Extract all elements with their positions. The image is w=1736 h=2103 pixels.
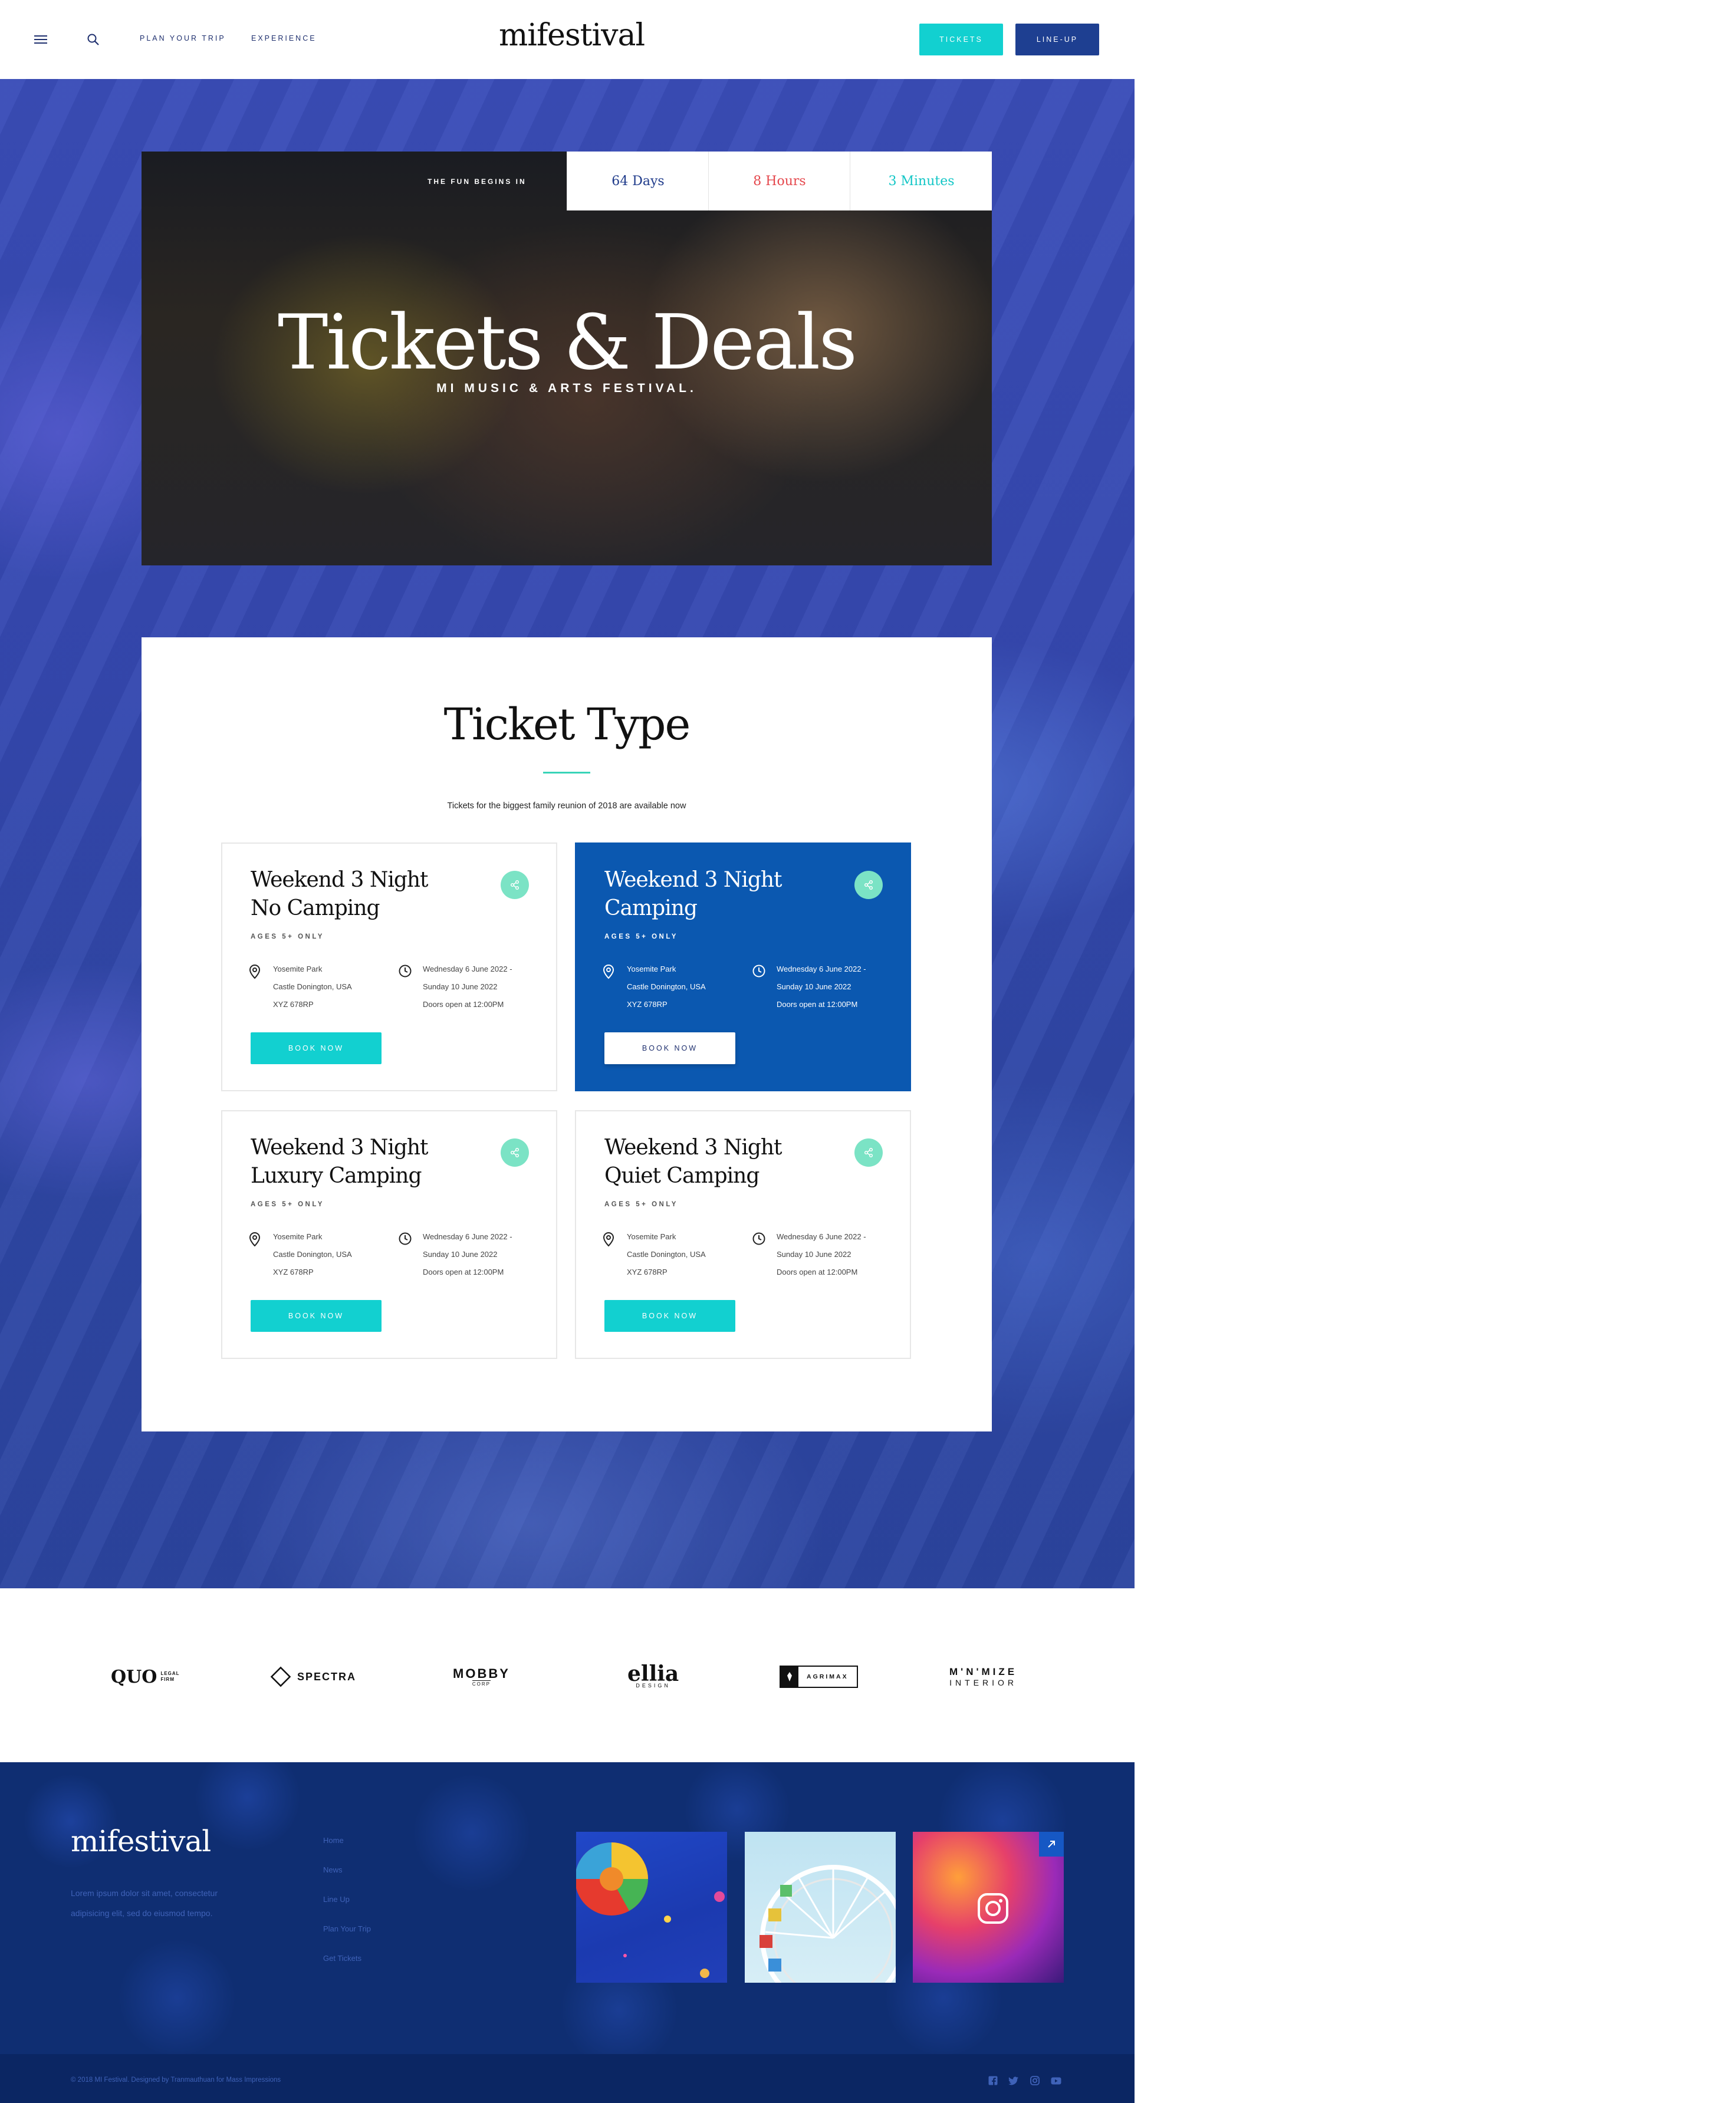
share-icon[interactable] (854, 1138, 883, 1167)
ticket-card-title: Weekend 3 Night No Camping (251, 868, 429, 920)
ticket-card-title: Weekend 3 Night Quiet Camping (604, 1136, 782, 1188)
hot-air-balloon-image (576, 1842, 725, 1978)
agrimax-mark-icon (781, 1667, 798, 1687)
location-pin-icon (602, 964, 615, 982)
tickets-button[interactable]: TICKETS (919, 24, 1003, 55)
clock-icon (752, 964, 766, 981)
spectra-mark-icon (270, 1666, 291, 1687)
partner-logo-agrimax[interactable]: AGRIMAX (780, 1665, 858, 1689)
footer-logo[interactable]: mifestival (71, 1824, 211, 1858)
share-icon[interactable] (501, 1138, 529, 1167)
location-pin-icon (248, 964, 261, 982)
ferris-wheel-image (760, 1865, 896, 1983)
ticket-card-quiet-camping: Weekend 3 Night Quiet Camping AGES 5+ ONL… (575, 1110, 911, 1359)
site-logo[interactable]: mifestival (499, 18, 645, 53)
hero-title: Tickets & Deals (277, 299, 857, 387)
ticket-card-luxury-camping: Weekend 3 Night Luxury Camping AGES 5+ ON… (221, 1110, 557, 1359)
section-subtitle: Tickets for the biggest family reunion o… (447, 801, 686, 811)
location-pin-icon (602, 1232, 615, 1250)
ticket-dates: Wednesday 6 June 2022 - Sunday 10 June 20… (423, 965, 512, 1009)
hero-subtitle: MI MUSIC & ARTS FESTIVAL. (436, 381, 697, 395)
countdown-label: THE FUN BEGINS IN (428, 177, 527, 186)
instagram-photo-color-festival[interactable] (913, 1832, 1064, 1983)
facebook-icon[interactable] (988, 2075, 998, 2086)
lineup-button[interactable]: LINE-UP (1015, 24, 1099, 55)
book-now-button[interactable]: BOOK NOW (251, 1300, 382, 1332)
ticket-card-title: Weekend 3 Night Camping (604, 868, 782, 920)
menu-icon[interactable] (31, 29, 51, 50)
footer-link-news[interactable]: News (323, 1865, 343, 1874)
partner-logo-minimize[interactable]: M'N'MIZE INTERIOR (949, 1665, 1017, 1689)
nav-experience[interactable]: EXPERIENCE (251, 34, 317, 42)
ticket-card-no-camping: Weekend 3 Night No Camping AGES 5+ ONLY Y… (221, 842, 557, 1091)
book-now-button[interactable]: BOOK NOW (604, 1032, 735, 1064)
footer-link-get-tickets[interactable]: Get Tickets (323, 1954, 361, 1963)
clock-icon (752, 1232, 766, 1249)
footer-link-plan-your-trip[interactable]: Plan Your Trip (323, 1924, 371, 1933)
ticket-location: Yosemite Park Castle Donington, USA XYZ 67… (273, 1232, 352, 1276)
external-link-icon[interactable] (1039, 1832, 1064, 1857)
share-icon[interactable] (501, 871, 529, 899)
clock-icon (398, 1232, 412, 1249)
location-pin-icon (248, 1232, 261, 1250)
footer-link-home[interactable]: Home (323, 1836, 344, 1845)
partner-logo-mobby[interactable]: MOBBY CORP (453, 1665, 510, 1689)
ticket-card-title: Weekend 3 Night Luxury Camping (251, 1136, 429, 1188)
ticket-location: Yosemite Park Castle Donington, USA XYZ 67… (273, 965, 352, 1009)
partner-logo-spectra[interactable]: SPECTRA (269, 1665, 356, 1689)
partner-logo-quo[interactable]: QUO LEGAL FIRM (111, 1665, 188, 1689)
book-now-button[interactable]: BOOK NOW (251, 1032, 382, 1064)
countdown-minutes: 3 Minutes (850, 152, 992, 210)
ticket-card-camping: Weekend 3 Night Camping AGES 5+ ONLY Yose… (575, 842, 911, 1091)
ticket-location: Yosemite Park Castle Donington, USA XYZ 67… (627, 1232, 706, 1276)
instagram-photo-ferris-wheel[interactable] (745, 1832, 896, 1983)
instagram-icon[interactable] (975, 1891, 1011, 1926)
footer-description: Lorem ipsum dolor sit amet, consectetur … (71, 1888, 218, 1918)
ticket-card-age: AGES 5+ ONLY (251, 1201, 324, 1208)
partner-logo-ellia[interactable]: ellia DESIGN (627, 1663, 679, 1689)
countdown-hours: 8 Hours (708, 152, 850, 210)
partner-logos: QUO LEGAL FIRM SPECTRA MOBBY CORP ellia … (0, 1588, 1135, 1762)
clock-icon (398, 964, 412, 981)
instagram-small-icon[interactable] (1030, 2075, 1040, 2086)
ticket-dates: Wednesday 6 June 2022 - Sunday 10 June 20… (777, 1232, 866, 1276)
ticket-type-section: Ticket Type Tickets for the biggest fami… (142, 637, 992, 1431)
ticket-card-age: AGES 5+ ONLY (604, 933, 678, 940)
footer-bottom-bar: © 2018 MI Festival. Designed by Tranmaut… (0, 2054, 1135, 2103)
instagram-photo-balloons[interactable] (576, 1832, 727, 1983)
nav-plan-your-trip[interactable]: PLAN YOUR TRIP (140, 34, 226, 42)
share-icon[interactable] (854, 871, 883, 899)
section-title: Ticket Type (443, 699, 691, 750)
ticket-location: Yosemite Park Castle Donington, USA XYZ 67… (627, 965, 706, 1009)
countdown-days: 64 Days (567, 152, 709, 210)
site-header: PLAN YOUR TRIP EXPERIENCE mifestival TIC… (0, 0, 1135, 79)
book-now-button[interactable]: BOOK NOW (604, 1300, 735, 1332)
twitter-icon[interactable] (1008, 2075, 1019, 2086)
footer-link-line-up[interactable]: Line Up (323, 1895, 350, 1904)
ticket-dates: Wednesday 6 June 2022 - Sunday 10 June 20… (423, 1232, 512, 1276)
ticket-dates: Wednesday 6 June 2022 - Sunday 10 June 20… (777, 965, 866, 1009)
site-footer: mifestival Lorem ipsum dolor sit amet, c… (0, 1762, 1135, 2103)
ticket-card-age: AGES 5+ ONLY (251, 933, 324, 940)
title-divider (543, 772, 590, 774)
copyright-text: © 2018 MI Festival. Designed by Tranmaut… (71, 2076, 281, 2084)
hero-banner: THE FUN BEGINS IN 64 Days 8 Hours 3 Minu… (142, 152, 992, 565)
youtube-icon[interactable] (1051, 2075, 1061, 2086)
search-icon[interactable] (83, 29, 103, 50)
page: PLAN YOUR TRIP EXPERIENCE mifestival TIC… (0, 0, 1135, 2103)
ticket-card-age: AGES 5+ ONLY (604, 1201, 678, 1208)
